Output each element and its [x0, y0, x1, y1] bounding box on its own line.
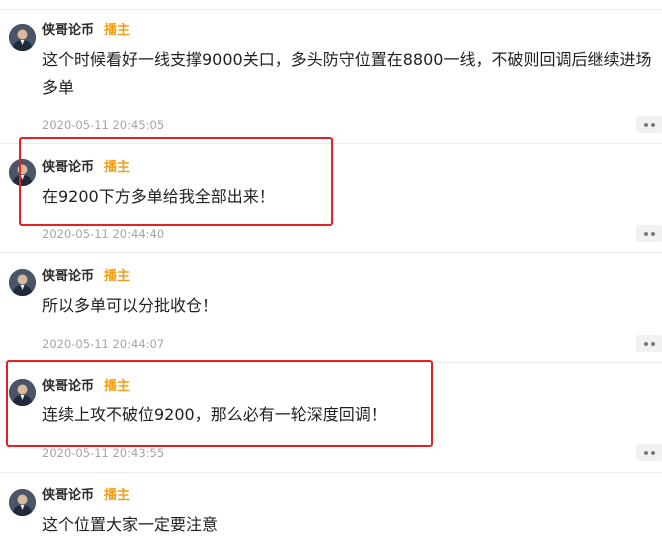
divider — [0, 362, 662, 363]
role-badge: 播主 — [104, 23, 131, 38]
role-badge: 播主 — [104, 269, 131, 284]
username[interactable]: 侠哥论币 — [42, 269, 94, 284]
comment-text: 所以多单可以分批收仓！ — [42, 296, 219, 315]
timestamp: 2020-05-11 20:43:55 — [42, 446, 165, 460]
avatar[interactable] — [9, 159, 36, 186]
divider — [0, 9, 662, 10]
divider — [0, 472, 662, 473]
comment-text: 连续上攻不破位9200，那么必有一轮深度回调！ — [42, 405, 387, 424]
avatar[interactable] — [9, 269, 36, 296]
comment-meta: 侠哥论币 播主 — [42, 22, 130, 40]
comment-meta: 侠哥论币 播主 — [42, 268, 130, 286]
divider — [0, 143, 662, 144]
avatar[interactable] — [9, 24, 36, 51]
role-badge: 播主 — [104, 379, 131, 394]
comment-text: 这个时候看好一线支撑9000关口，多头防守位置在8800一线，不破则回调后继续进… — [42, 46, 660, 102]
comment-meta: 侠哥论币 播主 — [42, 487, 130, 505]
more-icon — [643, 122, 648, 127]
comment-meta: 侠哥论币 播主 — [42, 159, 130, 177]
more-icon — [650, 341, 655, 346]
avatar-icon — [9, 24, 36, 51]
comment-meta: 侠哥论币 播主 — [42, 378, 130, 396]
timestamp: 2020-05-11 20:45:05 — [42, 118, 165, 132]
username[interactable]: 侠哥论币 — [42, 23, 94, 38]
comment-text: 在9200下方多单给我全部出来！ — [42, 187, 275, 206]
more-icon — [643, 341, 648, 346]
avatar-icon — [9, 489, 36, 516]
avatar-icon — [9, 269, 36, 296]
comment-text-line: 这个时候看好一线支撑9000关口，多头防守位置在8800一线，不破则回调后继续进… — [42, 50, 652, 69]
timestamp: 2020-05-11 20:44:07 — [42, 337, 165, 351]
highlight-box — [19, 137, 333, 226]
username[interactable]: 侠哥论币 — [42, 379, 94, 394]
avatar[interactable] — [9, 489, 36, 516]
more-icon — [643, 231, 648, 236]
more-options-button[interactable] — [636, 225, 662, 242]
comment-text: 这个位置大家一定要注意 — [42, 515, 219, 534]
more-options-button[interactable] — [636, 335, 662, 352]
username[interactable]: 侠哥论币 — [42, 488, 94, 503]
avatar[interactable] — [9, 379, 36, 406]
username[interactable]: 侠哥论币 — [42, 160, 94, 175]
more-options-button[interactable] — [636, 116, 662, 133]
avatar-icon — [9, 159, 36, 186]
avatar-icon — [9, 379, 36, 406]
more-icon — [650, 450, 655, 455]
comment-feed: 侠哥论币 播主 这个时候看好一线支撑9000关口，多头防守位置在8800一线，不破… — [0, 0, 662, 551]
role-badge: 播主 — [104, 160, 131, 175]
more-icon — [650, 122, 655, 127]
timestamp: 2020-05-11 20:44:40 — [42, 227, 165, 241]
divider — [0, 252, 662, 253]
more-icon — [650, 231, 655, 236]
more-icon — [643, 450, 648, 455]
role-badge: 播主 — [104, 488, 131, 503]
comment-text-line: 多单 — [42, 78, 75, 97]
more-options-button[interactable] — [636, 444, 662, 461]
